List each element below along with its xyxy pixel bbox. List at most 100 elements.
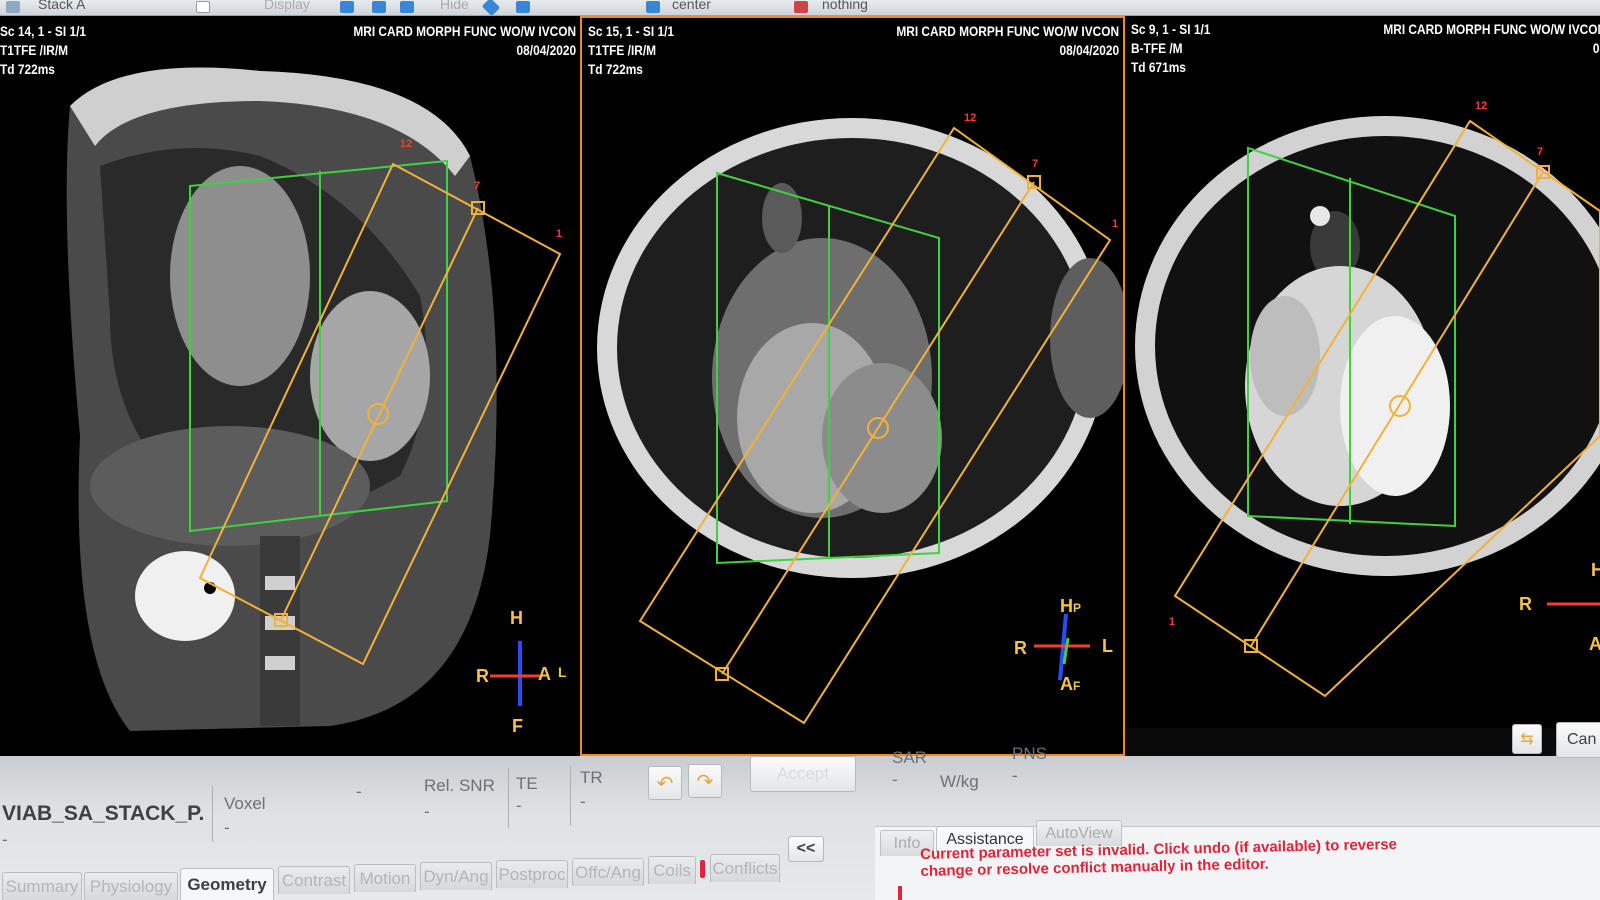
center-label[interactable]: center xyxy=(672,0,711,12)
box-icon[interactable] xyxy=(516,1,530,13)
tab-postproc[interactable]: Postproc xyxy=(496,860,568,888)
nothing-icon[interactable] xyxy=(794,1,808,13)
undo-icon: ↶ xyxy=(656,772,674,795)
rel-snr-value: - xyxy=(424,802,430,821)
study-date: 08/04/2020 xyxy=(516,42,576,58)
orientation-left: R xyxy=(1014,638,1027,658)
redo-icon: ↷ xyxy=(696,770,714,793)
viewport-3[interactable]: Sc 9, 1 - SI 1/1 B-TFE /M Td 671ms MRI C… xyxy=(1125,16,1600,728)
protocol-name[interactable]: VIAB_SA_STACK_P. xyxy=(2,802,204,826)
trigger-delay: Td 722ms xyxy=(0,61,55,77)
error-icon xyxy=(898,886,902,900)
exchange-button[interactable]: ⇆ xyxy=(1512,724,1542,754)
voxel-label: Voxel xyxy=(224,794,266,813)
orientation-top: H xyxy=(510,608,523,628)
tab-summary[interactable]: Summary xyxy=(2,872,82,900)
slice-label-last: 1 xyxy=(1112,218,1119,230)
protocol-dash: - xyxy=(2,830,8,849)
accept-button[interactable]: Accept xyxy=(750,756,856,792)
orientation-right: L xyxy=(1102,636,1113,656)
stack-label[interactable]: Stack A xyxy=(38,0,85,12)
orientation-right-2: L xyxy=(558,664,567,680)
tr-label: TR xyxy=(580,768,603,787)
slice-label-middle: 7 xyxy=(1537,146,1544,158)
tr-value: - xyxy=(580,792,586,811)
orientation-left: R xyxy=(476,666,489,686)
mri-image-1 xyxy=(0,16,580,756)
pns-label: PNS xyxy=(1012,744,1047,763)
slice-label-first: 12 xyxy=(400,138,413,150)
orientation-bottom: F xyxy=(512,716,523,736)
center-icon[interactable] xyxy=(646,1,660,13)
view-icon[interactable] xyxy=(340,1,354,13)
voxel-value: - xyxy=(356,782,362,801)
slice-label-middle: 7 xyxy=(1032,158,1039,170)
rel-snr-label: Rel. SNR xyxy=(424,776,495,795)
sequence-name: T1TFE /IR/M xyxy=(0,42,69,58)
tab-conflicts[interactable]: Conflicts xyxy=(710,854,780,882)
exchange-icon: ⇆ xyxy=(1520,731,1534,748)
orientation-left: R xyxy=(1519,594,1532,614)
tab-motion[interactable]: Motion xyxy=(354,864,416,892)
undo-button[interactable]: ↶ xyxy=(648,766,682,800)
hide-label[interactable]: Hide xyxy=(440,0,469,12)
viewport-1-protocol: MRI CARD MORPH FUNC WO/W IVCON 08/04/202… xyxy=(353,22,576,60)
study-date: 08/04/2020 xyxy=(1059,42,1119,58)
nothing-label[interactable]: nothing xyxy=(822,0,868,12)
tab-offc-ang[interactable]: Offc/Ang xyxy=(572,858,644,886)
stack-icon[interactable] xyxy=(6,1,20,13)
slice-label-middle: 7 xyxy=(474,180,481,192)
tab-contrast[interactable]: Contrast xyxy=(278,866,350,894)
series-number: Sc 9, 1 - SI 1/1 xyxy=(1131,21,1211,37)
layers-icon[interactable] xyxy=(372,1,386,13)
orientation-bottom: A xyxy=(1589,634,1600,654)
separator xyxy=(508,768,509,828)
sar-value: - xyxy=(892,770,898,789)
study-date: 08 xyxy=(1592,40,1600,56)
separator xyxy=(570,766,571,826)
te-value: - xyxy=(516,796,522,815)
pns-value: - xyxy=(1012,766,1018,785)
viewport-2[interactable]: Sc 15, 1 - SI 1/1 T1TFE /IR/M Td 722ms M… xyxy=(580,16,1125,756)
tab-dyn-ang[interactable]: Dyn/Ang xyxy=(420,862,492,890)
protocol-title: MRI CARD MORPH FUNC WO/W IVCON xyxy=(896,23,1119,39)
separator xyxy=(212,786,213,842)
orientation-top: HP xyxy=(1060,596,1082,616)
slice-label-first: 12 xyxy=(964,112,977,124)
protocol-title: MRI CARD MORPH FUNC WO/W IVCON xyxy=(1383,21,1600,37)
trigger-delay: Td 722ms xyxy=(588,61,643,77)
sar-label: SAR xyxy=(892,748,927,767)
slice-label-last: 1 xyxy=(556,228,563,240)
redo-button[interactable]: ↷ xyxy=(688,764,722,798)
series-number: Sc 15, 1 - SI 1/1 xyxy=(588,23,674,39)
window-icon[interactable] xyxy=(196,1,210,13)
orientation-top: H xyxy=(1591,560,1600,580)
conflict-warning-icon xyxy=(700,860,705,878)
viewport-1-info: Sc 14, 1 - SI 1/1 T1TFE /IR/M Td 722ms xyxy=(0,22,86,79)
series-number: Sc 14, 1 - SI 1/1 xyxy=(0,23,86,39)
sequence-name: T1TFE /IR/M xyxy=(588,42,657,58)
viewport-1[interactable]: Sc 14, 1 - SI 1/1 T1TFE /IR/M Td 722ms M… xyxy=(0,16,580,756)
parameter-tabs: Summary Physiology Geometry Contrast Mot… xyxy=(0,854,880,900)
cancel-button[interactable]: Can xyxy=(1556,722,1600,758)
tab-coils[interactable]: Coils xyxy=(648,856,696,884)
diamond-icon[interactable] xyxy=(481,0,501,15)
tab-geometry[interactable]: Geometry xyxy=(180,868,274,900)
protocol-title: MRI CARD MORPH FUNC WO/W IVCON xyxy=(353,23,576,39)
voxel-sub: - xyxy=(224,818,230,837)
sequence-name: B-TFE /M xyxy=(1131,40,1183,56)
orientation-bottom: AF xyxy=(1060,674,1081,694)
orientation-right: A xyxy=(538,664,551,684)
te-label: TE xyxy=(516,774,538,793)
viewport-2-protocol: MRI CARD MORPH FUNC WO/W IVCON 08/04/202… xyxy=(896,22,1119,60)
slice-label-last: 1 xyxy=(1169,616,1176,628)
pointer-icon[interactable] xyxy=(400,1,414,13)
display-label[interactable]: Display xyxy=(264,0,310,12)
viewport-2-info: Sc 15, 1 - SI 1/1 T1TFE /IR/M Td 722ms xyxy=(588,22,674,79)
tab-physiology[interactable]: Physiology xyxy=(84,872,178,900)
trigger-delay: Td 671ms xyxy=(1131,59,1186,75)
viewport-3-info: Sc 9, 1 - SI 1/1 B-TFE /M Td 671ms xyxy=(1131,20,1210,77)
viewport-3-protocol: MRI CARD MORPH FUNC WO/W IVCON 08 xyxy=(1383,20,1600,58)
slice-label-first: 12 xyxy=(1475,100,1488,112)
top-toolbar: Stack A Display Hide center nothing xyxy=(0,0,1600,16)
